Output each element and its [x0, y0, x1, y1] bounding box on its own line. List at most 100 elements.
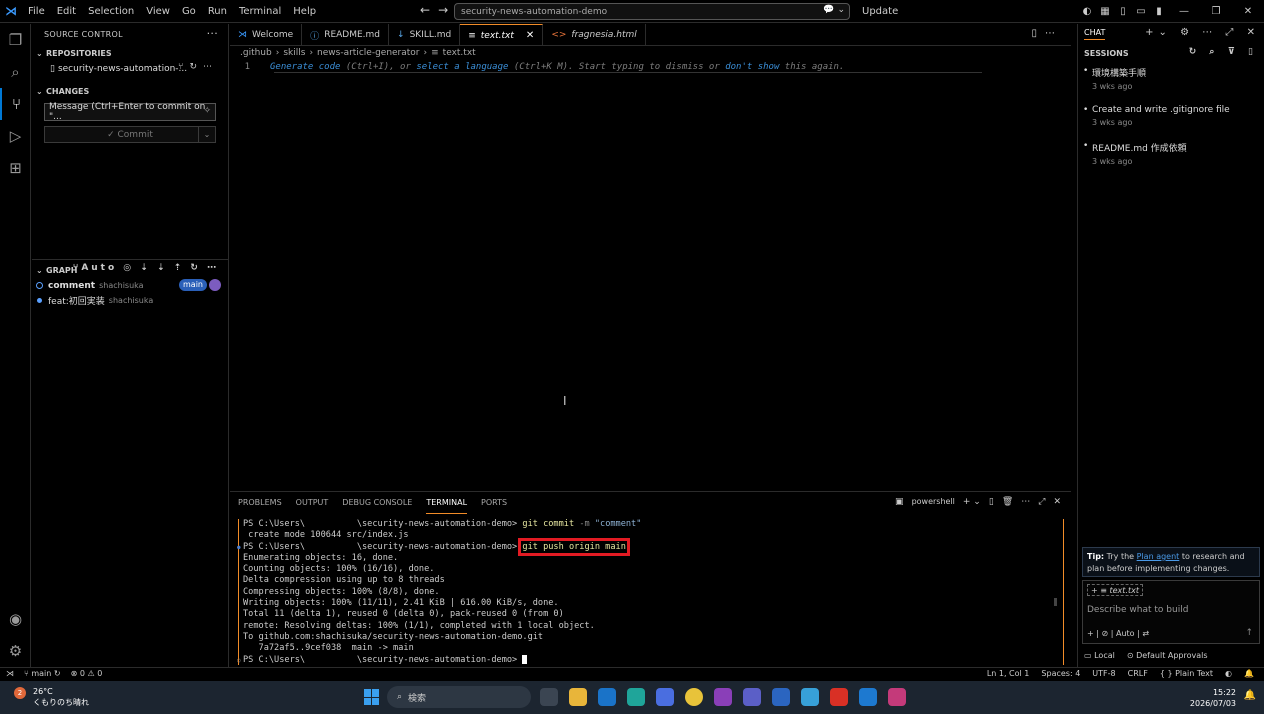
tab-fragnesia[interactable]: <> fragnesia.html: [543, 24, 646, 46]
session-item[interactable]: 環境構築手順 3 wks ago: [1078, 66, 1264, 91]
remote-icon[interactable]: ⋊: [6, 669, 14, 678]
chevron-down-icon[interactable]: ⌄: [198, 127, 215, 142]
copilot-app-icon[interactable]: [801, 688, 819, 706]
terminal-scrollbar[interactable]: [1054, 598, 1057, 606]
menu-run[interactable]: Run: [202, 0, 233, 23]
gear-icon[interactable]: ⚙: [0, 635, 31, 667]
graph-auto-label[interactable]: Auto: [81, 263, 117, 273]
graph-toolbar[interactable]: ⑂Auto ◎ ⇣ ⇣ ⇡ ↻ ⋯: [73, 263, 219, 273]
plan-agent-link[interactable]: Plan agent: [1137, 552, 1180, 561]
chat-tools[interactable]: + | ⊘ | Auto | ⇄: [1087, 629, 1149, 638]
graph-section-header[interactable]: ⌄ GRAPH ⑂Auto ◎ ⇣ ⇣ ⇡ ↻ ⋯: [32, 262, 229, 278]
acrobat-icon[interactable]: [830, 688, 848, 706]
task-view-icon[interactable]: [540, 688, 558, 706]
update-button[interactable]: Update: [862, 0, 898, 23]
close-panel-icon[interactable]: ✕: [1053, 497, 1061, 507]
mode-picker[interactable]: Auto: [1116, 629, 1135, 638]
more-actions-icon[interactable]: ⋯: [1021, 497, 1030, 507]
restore-icon[interactable]: ❐: [1200, 6, 1232, 17]
menu-view[interactable]: View: [140, 0, 176, 23]
edge-icon[interactable]: [627, 688, 645, 706]
chat-header-actions[interactable]: +⌄ ⚙ ⋯ ⤢ ✕: [1145, 27, 1260, 38]
menu-help[interactable]: Help: [287, 0, 322, 23]
tab-text-txt[interactable]: ≡ text.txt ✕: [460, 24, 544, 46]
word-icon[interactable]: [772, 688, 790, 706]
menu-terminal[interactable]: Terminal: [233, 0, 287, 23]
vscode-taskbar-icon[interactable]: [859, 688, 877, 706]
more-actions-icon[interactable]: ···: [207, 27, 218, 40]
taskbar-search[interactable]: ⌕ 検索: [387, 686, 531, 708]
toggle-sidebar-icon[interactable]: ▯: [1114, 6, 1132, 17]
close-window-icon[interactable]: ✕: [1232, 6, 1264, 17]
indentation[interactable]: Spaces: 4: [1041, 669, 1080, 678]
breadcrumb-item[interactable]: skills: [283, 48, 305, 58]
copilot-status-icon[interactable]: ◐: [1225, 669, 1232, 678]
command-center-search[interactable]: security-news-automation-demo 💬 ⌄: [454, 3, 850, 20]
language-mode[interactable]: { } Plain Text: [1160, 669, 1213, 678]
graph-commit-row[interactable]: comment shachisuka main: [32, 278, 229, 293]
sessions-actions[interactable]: ↻ ⌕ ⊽ ▯: [1189, 47, 1258, 57]
trash-icon[interactable]: 🗑: [1002, 497, 1013, 507]
changes-section-header[interactable]: ⌄ CHANGES: [32, 83, 228, 99]
extensions-icon[interactable]: ⊞: [0, 152, 31, 184]
menu-edit[interactable]: Edit: [51, 0, 82, 23]
shell-name[interactable]: powershell: [912, 497, 955, 507]
back-arrow-icon[interactable]: ←: [420, 3, 430, 17]
tab-skill[interactable]: ↓ SKILL.md: [389, 24, 461, 46]
session-item[interactable]: README.md 作成依頼 3 wks ago: [1078, 141, 1264, 166]
local-toggle[interactable]: ▭ Local: [1084, 651, 1115, 660]
send-icon[interactable]: ↑: [1245, 628, 1253, 638]
code-line[interactable]: 1 Generate code (Ctrl+I), or select a la…: [230, 60, 1071, 74]
problems-indicator[interactable]: ⊗ 0 ⚠ 0: [71, 669, 103, 678]
repositories-section-header[interactable]: ⌄ REPOSITORIES: [32, 45, 228, 61]
file-explorer-icon[interactable]: [569, 688, 587, 706]
split-terminal-icon[interactable]: ▯: [989, 497, 994, 507]
tab-problems[interactable]: PROBLEMS: [238, 492, 282, 514]
chat-toggle-icon[interactable]: 💬 ⌄: [823, 5, 845, 15]
editor-actions[interactable]: ▯⋯: [1031, 28, 1063, 39]
sparkle-icon[interactable]: ✧: [203, 106, 211, 116]
attachment-chip[interactable]: + ≡ text.txt: [1087, 584, 1143, 596]
outlook-icon[interactable]: [598, 688, 616, 706]
run-debug-icon[interactable]: ▷: [0, 120, 31, 152]
dont-show-link[interactable]: don't show: [725, 62, 779, 72]
tab-terminal[interactable]: TERMINAL: [426, 492, 468, 514]
graph-commit-row[interactable]: feat:初回実装 shachisuka: [32, 293, 229, 308]
bell-icon[interactable]: 🔔: [1244, 669, 1254, 678]
tab-debug-console[interactable]: DEBUG CONSOLE: [342, 492, 412, 514]
snipping-tool-icon[interactable]: [888, 688, 906, 706]
tab-welcome[interactable]: ⋊ Welcome: [230, 24, 303, 46]
generate-code-link[interactable]: Generate code: [270, 62, 340, 72]
tab-output[interactable]: OUTPUT: [296, 492, 329, 514]
approvals-toggle[interactable]: ⊙ Default Approvals: [1127, 651, 1208, 660]
customize-layout-icon[interactable]: ▦: [1096, 6, 1114, 17]
account-icon[interactable]: ◉: [0, 603, 31, 635]
commit-message-input[interactable]: Message (Ctrl+Enter to commit on "... ✧: [44, 102, 216, 122]
copilot-icon[interactable]: ◐: [1078, 6, 1096, 17]
toggle-panel-icon[interactable]: ▭: [1132, 6, 1150, 17]
explorer-icon[interactable]: ❐: [0, 24, 31, 56]
breadcrumb-item[interactable]: text.txt: [443, 48, 476, 58]
select-language-link[interactable]: select a language: [416, 62, 508, 72]
new-terminal-icon[interactable]: + ⌄: [963, 497, 981, 507]
store-icon[interactable]: [656, 688, 674, 706]
session-item[interactable]: Create and write .gitignore file 3 wks a…: [1078, 105, 1264, 127]
menu-selection[interactable]: Selection: [82, 0, 140, 23]
tab-readme[interactable]: ⓘ README.md: [302, 24, 390, 46]
windows-start-icon[interactable]: [364, 689, 380, 705]
system-clock[interactable]: 15:22 2026/07/03: [1190, 687, 1236, 709]
menu-file[interactable]: File: [22, 0, 51, 23]
repo-actions-icon[interactable]: ⑂↻⋯: [178, 62, 218, 72]
source-control-icon[interactable]: ⑂: [0, 88, 31, 120]
forward-arrow-icon[interactable]: →: [438, 3, 448, 17]
branch-indicator[interactable]: ⑂ main ↻: [24, 669, 61, 678]
close-icon[interactable]: ✕: [526, 30, 534, 41]
notification-bell-icon[interactable]: 🔔: [1244, 690, 1256, 701]
breadcrumb-item[interactable]: .github: [240, 48, 272, 58]
cursor-position[interactable]: Ln 1, Col 1: [987, 669, 1030, 678]
breadcrumb-item[interactable]: news-article-generator: [317, 48, 419, 58]
terminal-output[interactable]: PS C:\Users\ \security-news-automation-d…: [237, 519, 1064, 665]
commit-button[interactable]: ✓ Commit ⌄: [44, 126, 216, 143]
teams-icon[interactable]: [743, 688, 761, 706]
minimize-icon[interactable]: —: [1168, 6, 1200, 17]
